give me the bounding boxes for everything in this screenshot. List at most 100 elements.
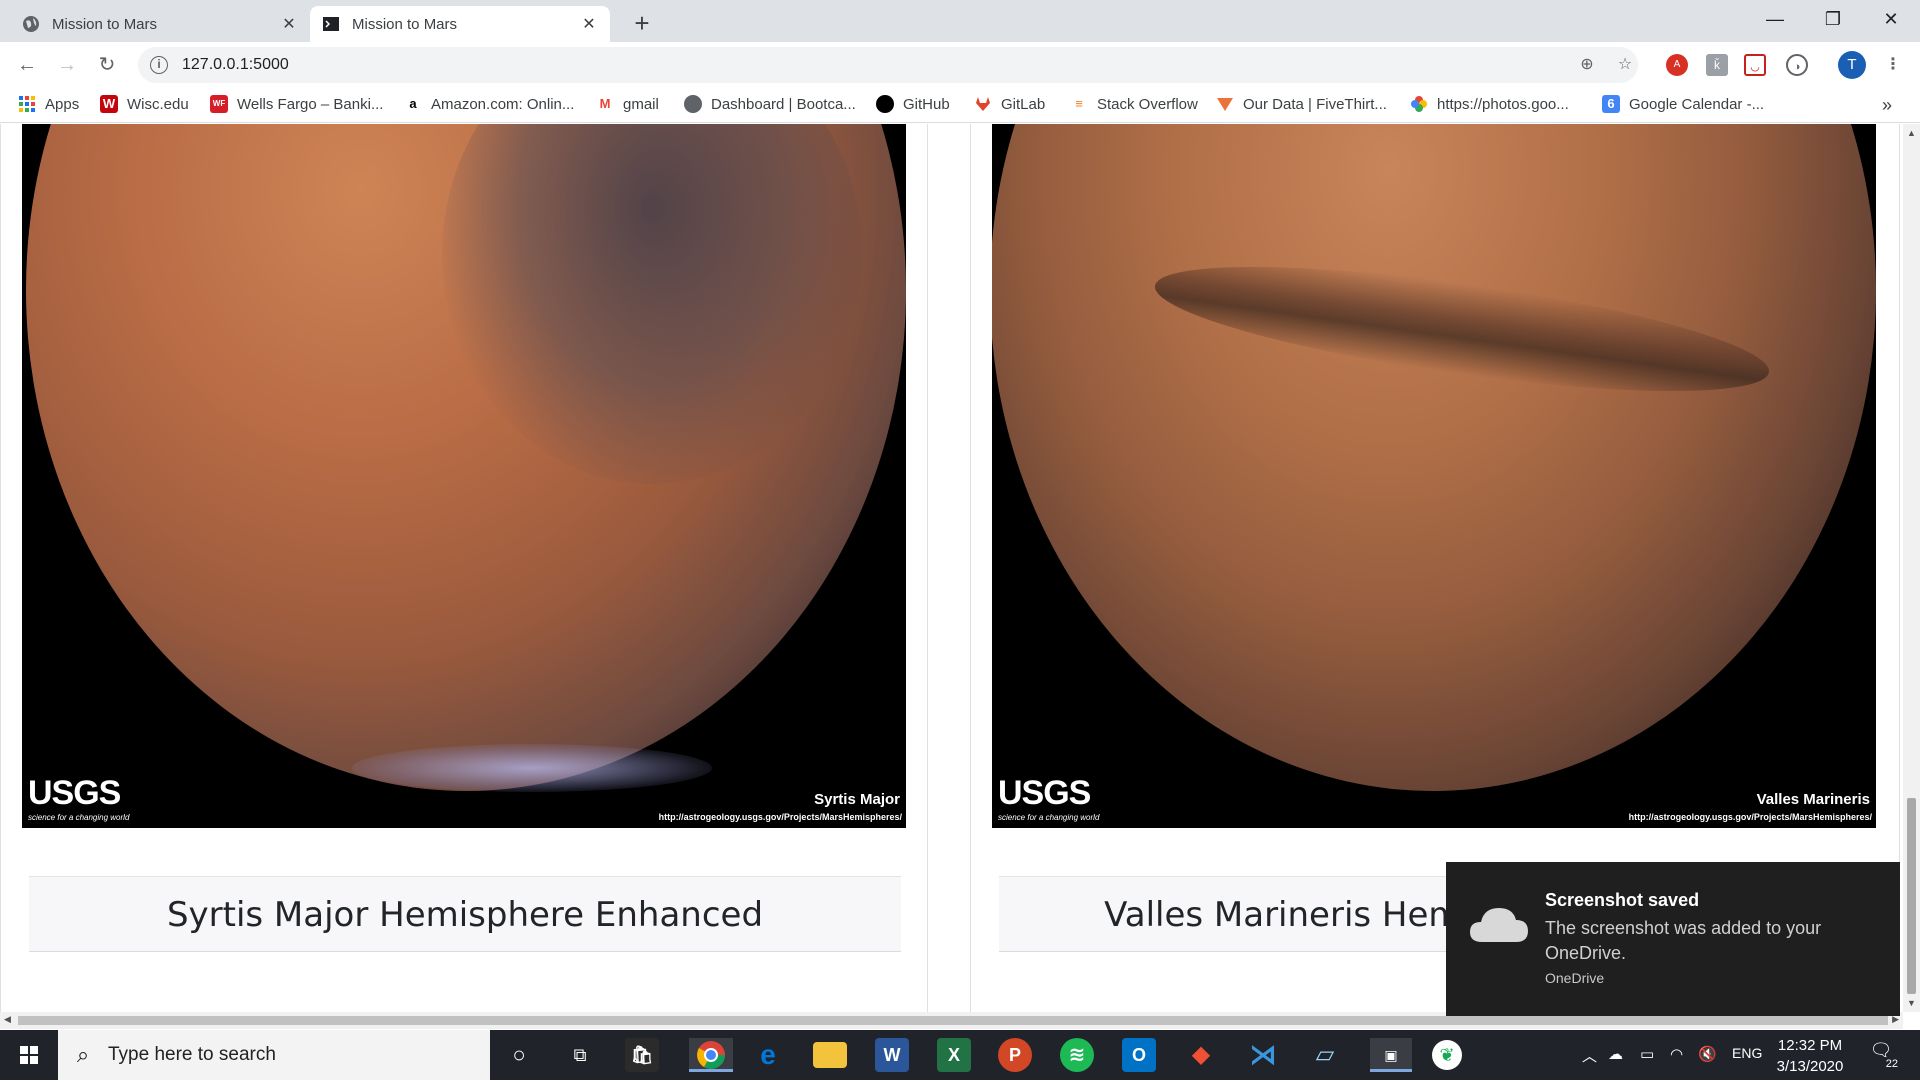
notification-icon: 🗨 — [1869, 1040, 1893, 1060]
address-bar[interactable]: i 127.0.0.1:5000 — [138, 47, 1638, 83]
wells-fargo-icon: WF — [210, 95, 228, 113]
battery-icon[interactable]: ▭ — [1640, 1045, 1654, 1063]
restore-button[interactable]: ❐ — [1804, 0, 1862, 40]
bookmark-wells-fargo[interactable]: WF Wells Fargo – Banki... — [210, 95, 383, 113]
globe-icon — [684, 95, 702, 113]
bookmark-label: Stack Overflow — [1097, 95, 1198, 113]
bookmark-gmail[interactable]: M gmail — [596, 95, 659, 113]
microsoft-store-icon[interactable]: 🛍 — [625, 1038, 659, 1072]
taskbar-clock[interactable]: 12:32 PM 3/13/2020 — [1772, 1035, 1848, 1077]
taskbar-search-box[interactable]: ⌕ Type here to search — [58, 1030, 490, 1080]
bookmarks-bar: Apps W Wisc.edu WF Wells Fargo – Banki..… — [0, 87, 1920, 123]
tab-title: Mission to Mars — [352, 15, 458, 33]
bookmark-github[interactable]: GitHub — [876, 95, 950, 113]
bookmark-amazon[interactable]: a Amazon.com: Onlin... — [404, 95, 574, 113]
onedrive-tray-icon[interactable]: ☁ — [1608, 1045, 1623, 1063]
toast-source: OneDrive — [1545, 970, 1605, 986]
terminal-icon — [323, 17, 339, 31]
menu-dots-icon[interactable]: ⋮ — [1882, 54, 1904, 76]
hemisphere-image-syrtis-major[interactable]: USGS science for a changing world Syrtis … — [22, 124, 906, 828]
usgs-logo-text: USGS — [28, 774, 121, 812]
cortana-icon[interactable]: ○ — [502, 1038, 536, 1072]
powerpoint-icon[interactable]: P — [998, 1038, 1032, 1072]
image-label: Valles Marineris — [1756, 791, 1870, 808]
bookmark-dashboard[interactable]: Dashboard | Bootca... — [684, 95, 856, 113]
google-calendar-icon: 6 — [1602, 95, 1620, 113]
vertical-scroll-thumb[interactable] — [1907, 798, 1916, 994]
close-window-button[interactable]: ✕ — [1862, 0, 1920, 40]
reload-icon[interactable]: ↻ — [92, 50, 122, 80]
notification-count: 22 — [1885, 1058, 1898, 1070]
chrome-taskbar-button[interactable] — [689, 1038, 733, 1072]
search-icon: ⌕ — [76, 1042, 90, 1067]
action-center-button[interactable]: 🗨 22 — [1866, 1040, 1898, 1070]
usgs-tagline: science for a changing world — [998, 813, 1100, 822]
usgs-logo: USGS science for a changing world — [998, 774, 1099, 822]
globe-icon — [23, 16, 39, 32]
excel-icon[interactable]: X — [937, 1038, 971, 1072]
close-tab-icon[interactable]: ✕ — [280, 14, 298, 34]
bookmark-gitlab[interactable]: GitLab — [974, 95, 1045, 113]
vscode-icon[interactable]: ⋊ — [1246, 1038, 1280, 1072]
task-view-icon[interactable]: ⧉ — [563, 1038, 597, 1072]
windows-start-icon[interactable] — [0, 1030, 58, 1080]
bookmark-google-photos[interactable]: https://photos.goo... — [1410, 95, 1569, 113]
scroll-left-arrow-icon[interactable]: ◀ — [4, 1014, 11, 1025]
adblock-extension-icon[interactable]: A — [1666, 54, 1688, 76]
image-source-url: http://astrogeology.usgs.gov/Projects/Ma… — [658, 812, 902, 822]
pocket-extension-icon[interactable]: ◡ — [1744, 54, 1766, 76]
bookmark-label: gmail — [623, 95, 659, 113]
language-indicator[interactable]: ENG — [1732, 1045, 1762, 1061]
stackoverflow-icon: ≡ — [1075, 96, 1083, 111]
volume-muted-icon[interactable]: 🔇 — [1698, 1045, 1717, 1063]
profile-avatar[interactable]: T — [1838, 51, 1866, 79]
onedrive-notification[interactable]: Screenshot saved The screenshot was adde… — [1446, 862, 1900, 1016]
git-icon[interactable]: ◆ — [1184, 1038, 1218, 1072]
bookmark-label: Wells Fargo – Banki... — [237, 95, 384, 113]
bookmark-wisc[interactable]: W Wisc.edu — [100, 95, 189, 113]
bookmark-apps[interactable]: Apps — [18, 95, 79, 113]
toast-message: The screenshot was added to your OneDriv… — [1545, 918, 1822, 963]
spotify-icon[interactable]: ≋ — [1060, 1038, 1094, 1072]
image-source-url: http://astrogeology.usgs.gov/Projects/Ma… — [1628, 812, 1872, 822]
terminal-taskbar-icon[interactable]: ▣ — [1370, 1038, 1412, 1072]
bookmark-star-icon[interactable]: ☆ — [1614, 54, 1636, 76]
new-tab-button[interactable]: + — [624, 6, 660, 42]
edge-icon[interactable]: e — [751, 1038, 785, 1072]
mars-planet-image — [992, 124, 1876, 791]
notes-icon[interactable]: ▱ — [1308, 1038, 1342, 1072]
forward-arrow-icon[interactable]: → — [52, 50, 82, 80]
mars-polar-cap — [352, 744, 712, 792]
back-arrow-icon[interactable]: ← — [12, 50, 42, 80]
extension-icon[interactable]: ǩ — [1706, 54, 1728, 76]
bookmark-fivethirtyeight[interactable]: Our Data | FiveThirt... — [1216, 95, 1387, 113]
minimize-button[interactable]: — — [1746, 0, 1804, 40]
bookmark-label: https://photos.goo... — [1437, 95, 1569, 113]
vertical-scrollbar[interactable]: ▲ ▼ — [1903, 124, 1920, 1012]
wifi-icon[interactable]: ◠ — [1670, 1045, 1683, 1063]
horizontal-scroll-thumb[interactable] — [18, 1016, 1888, 1025]
apps-grid-icon — [19, 96, 35, 112]
fivethirtyeight-icon — [1217, 98, 1233, 111]
usgs-logo-text: USGS — [998, 774, 1091, 812]
scroll-down-arrow-icon[interactable]: ▼ — [1907, 998, 1916, 1008]
bookmark-stackoverflow[interactable]: ≡ Stack Overflow — [1070, 95, 1198, 113]
close-tab-icon[interactable]: ✕ — [580, 14, 598, 34]
bookmark-label: Apps — [45, 95, 80, 113]
info-icon[interactable]: i — [150, 56, 168, 74]
mongodb-icon[interactable]: ❦ — [1432, 1040, 1462, 1070]
gitlab-icon — [976, 97, 990, 111]
scroll-up-arrow-icon[interactable]: ▲ — [1907, 128, 1916, 138]
file-explorer-icon[interactable] — [813, 1042, 847, 1068]
more-bookmarks-chevron-icon[interactable]: » — [1882, 95, 1892, 116]
hemisphere-image-valles-marineris[interactable]: USGS science for a changing world Valles … — [992, 124, 1876, 828]
zoom-icon[interactable]: ⊕ — [1576, 54, 1598, 76]
bookmark-google-calendar[interactable]: 6 Google Calendar -... — [1602, 95, 1764, 113]
tab-mission-to-mars-1[interactable]: Mission to Mars ✕ — [10, 6, 310, 42]
outlook-icon[interactable]: O — [1122, 1038, 1156, 1072]
gmail-icon: M — [599, 96, 611, 111]
tab-mission-to-mars-2[interactable]: Mission to Mars ✕ — [310, 6, 610, 42]
extension-circle-icon[interactable]: ◑ — [1786, 54, 1808, 76]
tray-overflow-chevron-icon[interactable]: ︿ — [1582, 1045, 1597, 1066]
word-icon[interactable]: W — [875, 1038, 909, 1072]
